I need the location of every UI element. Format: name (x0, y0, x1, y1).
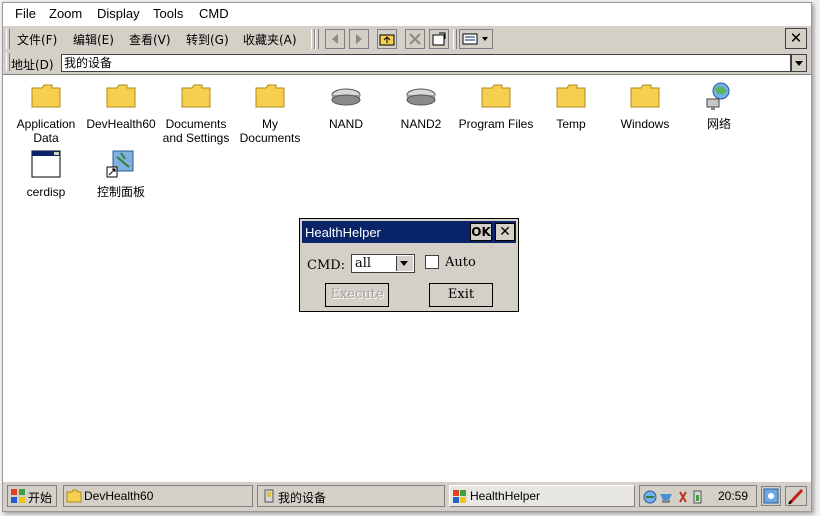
item-label: Temp (556, 117, 586, 131)
execute-button[interactable]: Execute (325, 283, 389, 307)
menu-goto-cn[interactable]: 转到(G) (186, 31, 229, 48)
item-label: cerdisp (26, 185, 66, 199)
application-window-icon (31, 150, 61, 178)
cmd-select[interactable]: all (351, 254, 415, 273)
item-label: Windows (620, 117, 670, 131)
item-label: DevHealth60 (86, 117, 156, 131)
control-panel-icon (106, 150, 134, 178)
folder-icon (481, 84, 511, 108)
up-folder-icon[interactable] (377, 29, 397, 49)
command-bar: 文件(F) 编辑(E) 查看(V) 转到(G) 收藏夹(A) ✕ (3, 25, 811, 53)
emulator-window: File Zoom Display Tools CMD 文件(F) 编辑(E) … (2, 2, 812, 512)
item-nand2[interactable]: NAND2 (384, 81, 458, 131)
menu-file-cn[interactable]: 文件(F) (17, 31, 57, 48)
properties-icon[interactable] (429, 29, 449, 49)
address-input[interactable]: 我的设备 (61, 54, 791, 72)
item-temp[interactable]: Temp (534, 81, 608, 131)
item-label: NAND (328, 117, 363, 131)
menu-display[interactable]: Display (97, 6, 140, 21)
menu-zoom[interactable]: Zoom (49, 6, 82, 21)
item-documents-and-settings[interactable]: Documents and Settings (159, 81, 233, 145)
folder-icon (630, 84, 660, 108)
item-control-panel[interactable]: 控制面板 (84, 149, 158, 199)
item-network[interactable]: 网络 (682, 81, 756, 131)
item-devhealth60[interactable]: DevHealth60 (84, 81, 158, 131)
item-cerdisp[interactable]: cerdisp (9, 149, 83, 199)
input-panel-icon[interactable] (785, 486, 807, 506)
host-menubar: File Zoom Display Tools CMD (3, 3, 811, 25)
item-my-documents[interactable]: My Documents (234, 81, 306, 145)
item-label: Documents and Settings (162, 117, 230, 145)
cmd-label: CMD: (307, 258, 346, 273)
folder-icon (66, 489, 82, 503)
item-nand[interactable]: NAND (309, 81, 383, 131)
item-label: 网络 (706, 117, 731, 131)
menu-cmd[interactable]: CMD (199, 6, 229, 21)
system-tray: 20:59 (639, 485, 757, 507)
dialog-close-icon[interactable]: ✕ (495, 223, 515, 241)
item-label: 控制面板 (96, 185, 145, 199)
toolbar-grip-3 (315, 29, 319, 49)
start-button[interactable]: 开始 (7, 485, 57, 507)
task-label: HealthHelper (470, 489, 541, 503)
back-icon[interactable] (325, 29, 345, 49)
tray-icons (643, 490, 702, 504)
task-healthhelper[interactable]: HealthHelper (449, 485, 635, 507)
folder-icon (31, 84, 61, 108)
menu-view-cn[interactable]: 查看(V) (129, 31, 171, 48)
start-label: 开始 (28, 491, 53, 505)
task-label: 我的设备 (278, 491, 327, 505)
exit-button[interactable]: Exit (429, 283, 493, 307)
task-devhealth60[interactable]: DevHealth60 (63, 485, 253, 507)
item-label: Program Files (458, 117, 534, 131)
toolbar-grip[interactable] (6, 29, 10, 49)
item-windows[interactable]: Windows (608, 81, 682, 131)
windows-logo-icon (11, 489, 25, 503)
delete-icon[interactable] (405, 29, 425, 49)
chevron-down-icon[interactable] (791, 54, 807, 72)
auto-checkbox[interactable] (425, 255, 439, 269)
item-label: NAND2 (400, 117, 442, 131)
file-view: Application Data DevHealth60 Documents a… (3, 75, 811, 479)
app-icon (453, 490, 466, 503)
drive-icon (406, 88, 436, 106)
view-mode-icon[interactable] (459, 29, 493, 49)
chevron-down-icon[interactable] (396, 256, 413, 271)
item-program-files[interactable]: Program Files (457, 81, 535, 131)
folder-icon (106, 84, 136, 108)
address-label: 地址(D) (11, 58, 54, 72)
close-window-button[interactable]: ✕ (785, 28, 807, 49)
item-label: My Documents (239, 117, 301, 145)
auto-label: Auto (445, 255, 476, 270)
item-application-data[interactable]: Application Data (9, 81, 83, 145)
dialog-ok-button[interactable]: OK (470, 223, 492, 241)
task-label: DevHealth60 (84, 489, 154, 503)
menu-tools[interactable]: Tools (153, 6, 183, 21)
item-label: Application Data (16, 117, 76, 145)
device-icon (264, 489, 274, 503)
task-my-device[interactable]: 我的设备 (257, 485, 445, 507)
toolbar-grip-4 (453, 29, 457, 49)
drive-icon (331, 88, 361, 106)
desktop-switch-icon[interactable] (761, 486, 781, 506)
menu-edit-cn[interactable]: 编辑(E) (73, 31, 114, 48)
dialog-title-bar[interactable]: HealthHelper OK ✕ (302, 221, 516, 243)
dialog-title: HealthHelper (305, 225, 381, 240)
forward-icon[interactable] (349, 29, 369, 49)
network-icon (706, 82, 730, 110)
clock: 20:59 (718, 489, 749, 503)
folder-icon (556, 84, 586, 108)
address-bar: 地址(D) 我的设备 (3, 52, 811, 75)
menu-file[interactable]: File (15, 6, 36, 21)
menu-favorites-cn[interactable]: 收藏夹(A) (243, 31, 297, 48)
folder-icon (255, 84, 285, 108)
taskbar: 开始 DevHealth60 我的设备 HealthHelper 20:59 (3, 481, 811, 511)
folder-icon (181, 84, 211, 108)
address-grip[interactable] (6, 53, 10, 71)
cmd-select-value: all (355, 256, 372, 271)
healthhelper-dialog: HealthHelper OK ✕ CMD: all Auto Execute … (299, 218, 519, 312)
